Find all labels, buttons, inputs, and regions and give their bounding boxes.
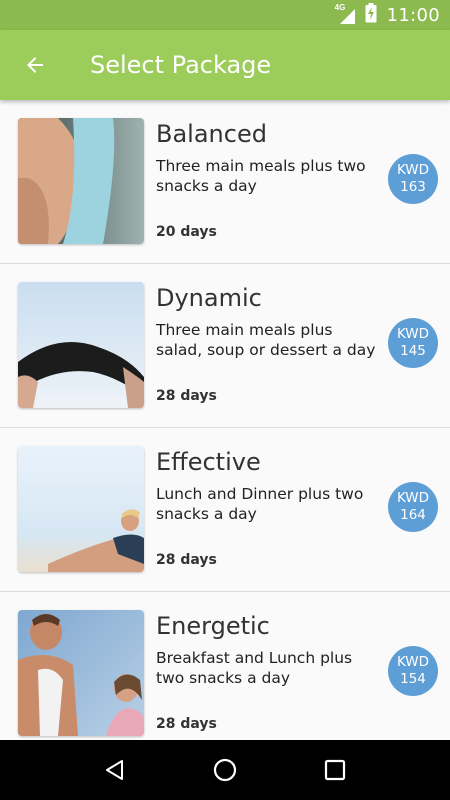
package-duration: 28 days [156, 716, 217, 732]
package-duration: 20 days [156, 224, 217, 240]
nav-back-icon [106, 760, 123, 780]
price-badge: KWD 145 [388, 318, 438, 368]
price-value: 145 [400, 343, 426, 359]
package-name: Effective [156, 448, 261, 476]
nav-home-button[interactable] [195, 740, 255, 800]
price-value: 164 [400, 507, 426, 523]
price-currency: KWD [396, 490, 430, 506]
price-value: 154 [400, 671, 426, 687]
status-bar: 4G 11:00 [0, 0, 450, 30]
battery-charging-icon [365, 2, 377, 28]
package-card-energetic[interactable]: Energetic Breakfast and Lunch plus two s… [0, 592, 450, 740]
nav-recents-icon [324, 759, 346, 781]
price-badge: KWD 164 [388, 482, 438, 532]
price-currency: KWD [396, 654, 430, 670]
package-card-dynamic[interactable]: Dynamic Three main meals plus salad, sou… [0, 264, 450, 428]
package-duration: 28 days [156, 388, 217, 404]
package-name: Energetic [156, 612, 270, 640]
price-value: 163 [400, 179, 426, 195]
package-duration: 28 days [156, 552, 217, 568]
system-nav-bar [0, 740, 450, 800]
cell-signal-icon: 4G [334, 3, 357, 25]
package-description: Lunch and Dinner plus two snacks a day [156, 485, 364, 523]
package-image [18, 446, 144, 572]
package-description: Three main meals plus two snacks a day [156, 157, 366, 195]
price-currency: KWD [396, 326, 430, 342]
nav-home-icon [213, 758, 237, 782]
package-description: Three main meals plus salad, soup or des… [156, 321, 376, 359]
package-image [18, 610, 144, 736]
package-description: Breakfast and Lunch plus two snacks a da… [156, 649, 353, 687]
price-currency: KWD [396, 162, 430, 178]
app-bar: Select Package [0, 30, 450, 100]
package-image [18, 118, 144, 244]
package-name: Dynamic [156, 284, 262, 312]
nav-back-button[interactable] [85, 740, 145, 800]
package-name: Balanced [156, 120, 267, 148]
package-list: Balanced Three main meals plus two snack… [0, 100, 450, 740]
status-time: 11:00 [386, 4, 440, 26]
nav-recents-button[interactable] [305, 740, 365, 800]
package-image [18, 282, 144, 408]
price-badge: KWD 163 [388, 154, 438, 204]
page-title: Select Package [90, 51, 272, 79]
package-card-effective[interactable]: Effective Lunch and Dinner plus two snac… [0, 428, 450, 592]
network-type-label: 4G [334, 3, 346, 12]
back-button[interactable] [0, 30, 70, 100]
package-card-balanced[interactable]: Balanced Three main meals plus two snack… [0, 100, 450, 264]
arrow-back-icon [27, 57, 43, 73]
price-badge: KWD 154 [388, 646, 438, 696]
